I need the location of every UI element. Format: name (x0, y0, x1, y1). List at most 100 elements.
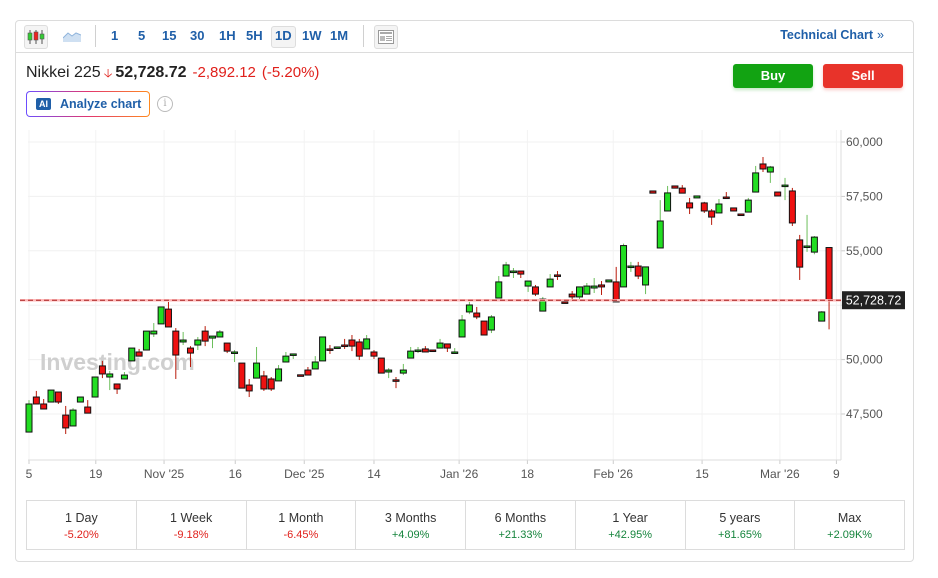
performance-cell[interactable]: 1 Month -6.45% (247, 501, 357, 549)
candle-body (120, 374, 128, 380)
timeframe-1[interactable]: 1 (108, 26, 121, 46)
performance-value: +42.95% (608, 529, 652, 541)
news-layout-icon[interactable] (374, 25, 398, 49)
candle-body (106, 373, 114, 378)
candle-body (458, 319, 466, 338)
arrow-down-icon: 🡣 (103, 66, 113, 80)
area-chart-icon[interactable] (61, 25, 83, 47)
performance-cell[interactable]: Max +2.09K% (795, 501, 904, 549)
candle-body (590, 285, 598, 289)
candle-body (407, 350, 415, 359)
candle-body (759, 163, 767, 170)
candle-body (311, 361, 319, 370)
buy-button[interactable]: Buy (733, 64, 813, 88)
candle-body (700, 202, 708, 212)
candle-body (341, 344, 349, 348)
candle-body (495, 281, 503, 299)
candle-body (436, 342, 444, 349)
candle-body (209, 335, 216, 339)
performance-cell[interactable]: 1 Week -9.18% (137, 501, 247, 549)
candle-body (568, 293, 576, 298)
candle-body (223, 342, 231, 352)
candle-body (715, 203, 723, 214)
candlestick-chart[interactable]: 60,000 57,500 55,000 50,000 47,500 5 19 Nov '25… (0, 120, 938, 480)
toolbar-divider (95, 25, 96, 47)
candle-body (531, 286, 539, 295)
x-tick-label: Feb '26 (593, 467, 633, 480)
candle-body (76, 396, 84, 403)
technical-chart-link[interactable]: Technical Chart» (780, 28, 884, 42)
candle-body (451, 351, 459, 354)
candle-body (245, 384, 253, 392)
ai-icon: AI (36, 98, 51, 110)
candle-body (730, 207, 738, 212)
candle-body (664, 192, 672, 212)
price-change: -2,892.12 (192, 64, 256, 81)
candle-body (355, 341, 363, 357)
analyze-chart-button[interactable]: AI Analyze chart (26, 91, 150, 117)
candle-body (69, 409, 77, 427)
candle-body (348, 339, 356, 347)
timeframe-1h[interactable]: 1H (216, 26, 239, 46)
performance-value: +2.09K% (827, 529, 873, 541)
performance-label: 3 Months (384, 511, 437, 525)
performance-cell[interactable]: 3 Months +4.09% (356, 501, 466, 549)
current-price-label: 52,728.72 (846, 294, 902, 308)
candle-body (649, 190, 657, 194)
candle-body (157, 306, 165, 325)
candle-body (678, 187, 686, 194)
candle-body (810, 236, 818, 253)
timeframe-1m[interactable]: 1M (327, 26, 351, 46)
timeframe-30[interactable]: 30 (187, 26, 207, 46)
last-price: 52,728.72 (115, 64, 187, 81)
performance-cell[interactable]: 6 Months +21.33% (466, 501, 576, 549)
performance-cell[interactable]: 1 Year +42.95% (576, 501, 686, 549)
candle-body (377, 357, 385, 374)
candle-body (517, 270, 525, 275)
x-tick-label: Jan '26 (440, 467, 479, 480)
candle-body (693, 195, 701, 199)
sell-button[interactable]: Sell (823, 64, 903, 88)
y-tick-label: 60,000 (846, 135, 883, 149)
candle-body (319, 336, 327, 362)
x-tick-label: 16 (229, 467, 243, 480)
candle-body (253, 362, 261, 379)
candle-body (216, 331, 224, 338)
double-chevron-right-icon: » (877, 28, 884, 42)
candle-body (583, 285, 591, 295)
candle-body (32, 396, 40, 405)
performance-label: 1 Week (170, 511, 213, 525)
performance-cell[interactable]: 5 years +81.65% (686, 501, 796, 549)
candle-body (429, 349, 437, 353)
candle-body (194, 339, 202, 346)
candles (25, 157, 833, 435)
candle-body (686, 202, 694, 209)
candle-body (238, 362, 246, 389)
candle-body (363, 338, 371, 350)
timeframe-5[interactable]: 5 (135, 26, 148, 46)
candle-body (796, 239, 804, 268)
candlestick-chart-icon[interactable] (24, 25, 48, 49)
timeframe-5h[interactable]: 5H (243, 26, 266, 46)
x-tick-label: 14 (367, 467, 381, 480)
candle-body (25, 403, 33, 433)
candle-body (788, 190, 796, 224)
performance-label: 1 Year (612, 511, 648, 525)
timeframe-1w[interactable]: 1W (299, 26, 325, 46)
candle-body (421, 348, 429, 353)
performance-value: +21.33% (498, 529, 543, 541)
candle-body (84, 406, 92, 414)
y-tick-label: 57,500 (846, 189, 883, 203)
performance-cell[interactable]: 1 Day -5.20% (27, 501, 137, 549)
candle-body (289, 353, 297, 356)
performance-value: -9.18% (173, 529, 209, 541)
candle-body (91, 376, 99, 398)
price-change-percent: (-5.20%) (261, 64, 320, 81)
chart-toolbar: 1 5 15 30 1H 5H 1D 1W 1M Technical Chart… (15, 20, 914, 53)
info-icon[interactable]: i (157, 96, 173, 112)
timeframe-15[interactable]: 15 (159, 26, 179, 46)
timeframe-1d[interactable]: 1D (271, 26, 296, 48)
candle-body (671, 185, 679, 189)
candle-body (326, 348, 334, 351)
candle-body (98, 365, 106, 375)
